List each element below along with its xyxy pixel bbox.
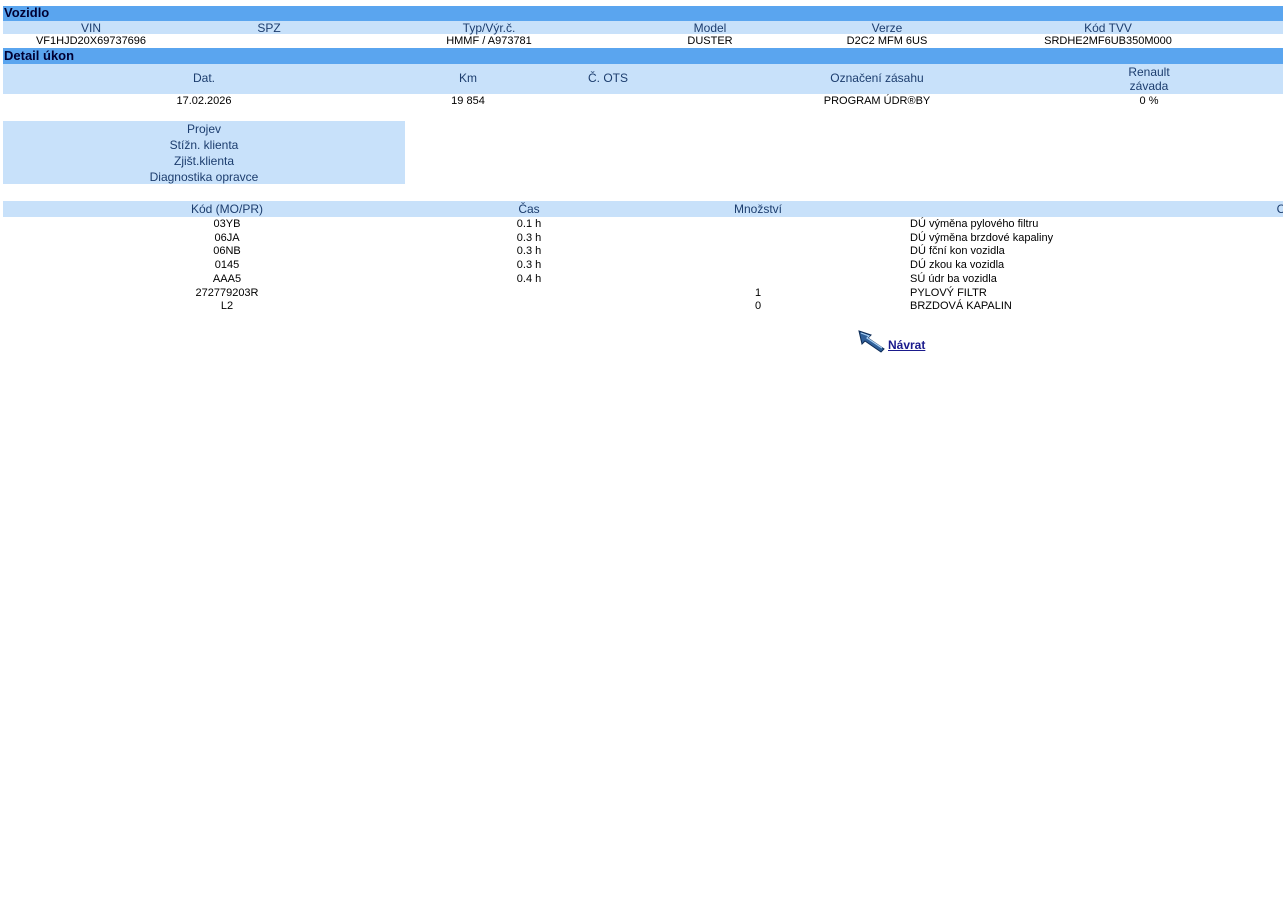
- operations-header-cas: Čas: [518, 202, 540, 216]
- detail-header-km: Km: [459, 71, 477, 85]
- vehicle-header-spz: SPZ: [257, 21, 281, 35]
- detail-dat-value: 17.02.2026: [176, 95, 232, 107]
- operation-cas: 0.3 h: [516, 231, 542, 244]
- back-link-label: Návrat: [888, 337, 926, 352]
- symptom-panel-stizn-klienta: Stížn. klienta: [169, 138, 239, 152]
- operation-kod: 06JA: [214, 231, 240, 244]
- operation-popis: PYLOVÝ FILTR: [910, 286, 987, 299]
- operation-cas: 0.3 h: [516, 259, 542, 272]
- operation-popis: DÚ zkou ka vozidla: [910, 259, 1005, 272]
- operation-cas: 0.3 h: [516, 245, 542, 258]
- operation-kod: 272779203R: [195, 286, 259, 299]
- symptom-panel-diagnostika: Diagnostika opravce: [149, 170, 259, 184]
- detail-renault-value: 0 %: [1139, 95, 1159, 107]
- operation-mnozstvi: 0: [754, 300, 762, 313]
- detail-header-renault-line2: závada: [1129, 79, 1169, 93]
- vehicle-section-title: Vozidlo: [3, 6, 1283, 21]
- operation-cas: 0.4 h: [516, 272, 542, 285]
- symptom-panel: Projev Stížn. klienta Zjišt.klienta Diag…: [3, 121, 405, 184]
- detail-header-renault-line1: Renault: [1128, 65, 1170, 79]
- operation-popis: SÚ údr ba vozidla: [910, 272, 997, 285]
- detail-header-oznaceni: Označení zásahu: [830, 71, 924, 85]
- operation-kod: 03YB: [213, 218, 241, 230]
- operation-kod: 06NB: [213, 245, 241, 258]
- operation-popis: DÚ fční kon vozidla: [910, 245, 1005, 258]
- vehicle-kod-tvv-value: SRDHE2MF6UB350M000: [1044, 35, 1172, 47]
- vehicle-header-typ: Typ/Výr.č.: [462, 21, 516, 35]
- operation-kod: AAA5: [212, 272, 242, 285]
- operations-header-mnozstvi: Množství: [733, 202, 783, 216]
- symptom-panel-projev: Projev: [186, 122, 221, 136]
- operation-cas: 0.1 h: [516, 218, 542, 230]
- vehicle-vin-value: VF1HJD20X69737696: [35, 35, 147, 47]
- detail-section-title: Detail úkon: [3, 48, 1283, 64]
- operation-popis: DÚ výměna pylového filtru: [910, 218, 1039, 230]
- detail-km-value: 19 854: [451, 95, 485, 107]
- detail-oznaceni-value: PROGRAM ÚDR®BY: [823, 95, 931, 107]
- vehicle-header-model: Model: [693, 21, 727, 35]
- symptom-panel-zjist-klienta: Zjišt.klienta: [173, 154, 235, 168]
- back-arrow-icon: [857, 329, 887, 358]
- detail-header-ots: Č. OTS: [587, 71, 629, 85]
- operations-header-cut: C: [1276, 202, 1283, 216]
- operation-kod: 0145: [214, 259, 240, 272]
- vehicle-header-kod-tvv: Kód TVV: [1084, 21, 1132, 35]
- vehicle-header-vin: VIN: [80, 21, 102, 35]
- vehicle-typ-value: HMMF / A973781: [446, 35, 532, 47]
- vehicle-header-verze: Verze: [871, 21, 903, 35]
- back-link[interactable]: Návrat: [857, 329, 925, 358]
- operation-popis: DÚ výměna brzdové kapaliny: [910, 231, 1054, 244]
- operation-mnozstvi: 1: [754, 286, 762, 299]
- operation-kod: L2: [220, 300, 234, 313]
- operation-popis: BRZDOVÁ KAPALIN: [910, 300, 1012, 313]
- vehicle-verze-value: D2C2 MFM 6US: [846, 35, 928, 47]
- vehicle-model-value: DUSTER: [687, 35, 733, 47]
- detail-header-dat: Dat.: [192, 71, 216, 85]
- operations-header-kod: Kód (MO/PR): [190, 202, 264, 216]
